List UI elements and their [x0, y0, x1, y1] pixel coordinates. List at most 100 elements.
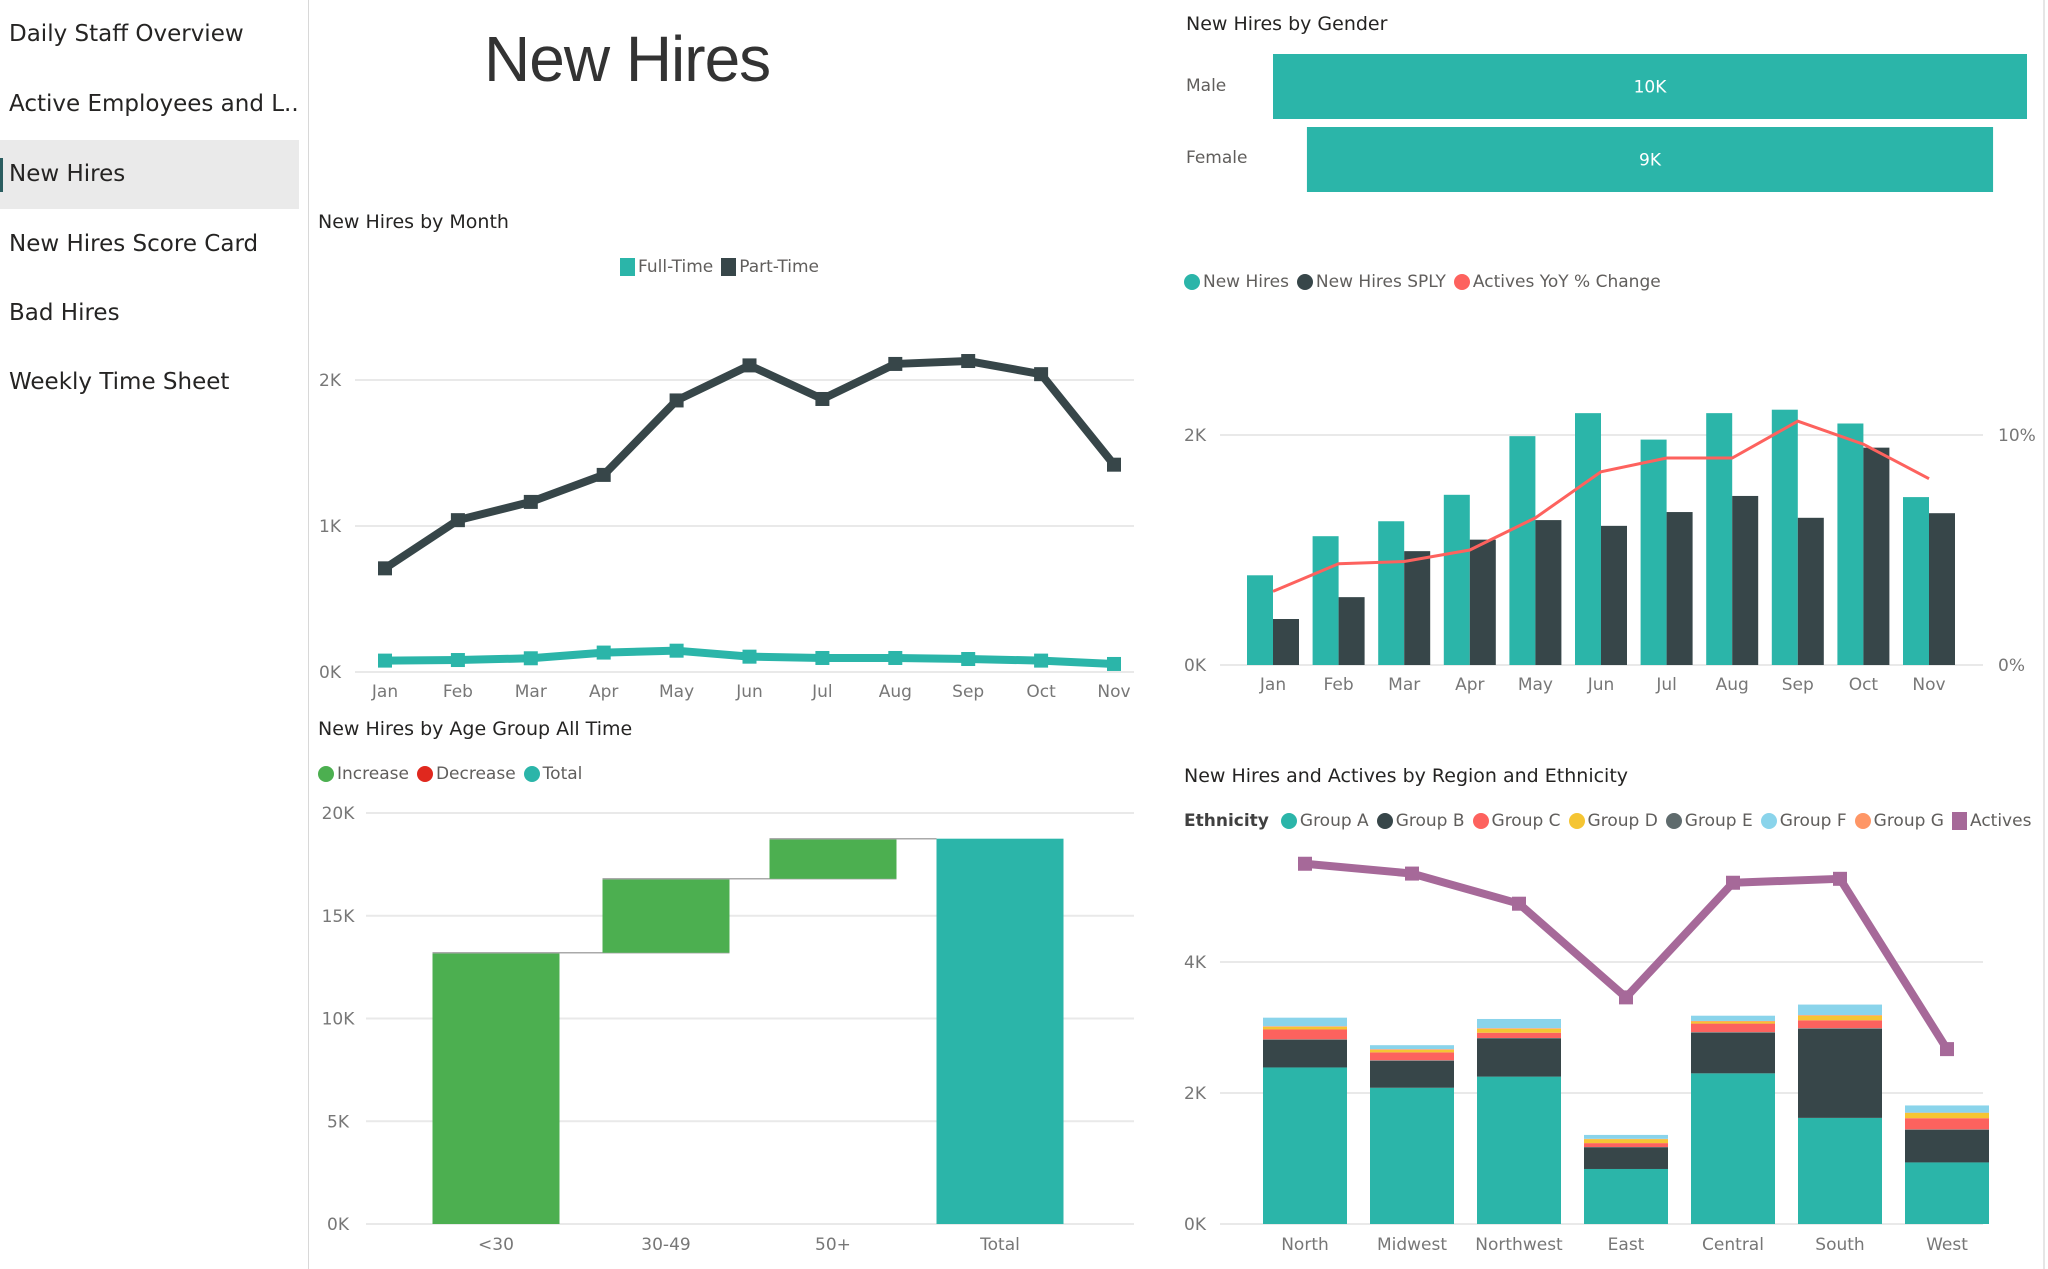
data-point-marker[interactable]: [1107, 457, 1121, 472]
stacked-segment-group-c[interactable]: [1798, 1020, 1882, 1029]
bar-new-hires-sply[interactable]: [1929, 513, 1955, 665]
stacked-segment-group-f[interactable]: [1370, 1045, 1454, 1050]
bar-new-hires-sply[interactable]: [1535, 520, 1562, 665]
data-point-marker[interactable]: [450, 653, 465, 668]
stacked-segment-group-e[interactable]: [1477, 1037, 1561, 1039]
stacked-segment-group-b[interactable]: [1905, 1129, 1989, 1163]
bar-new-hires-sply[interactable]: [1469, 539, 1496, 665]
bar-new-hires-sply[interactable]: [1732, 495, 1759, 665]
data-point-marker[interactable]: [450, 513, 465, 528]
bar-new-hires[interactable]: [1312, 536, 1339, 665]
data-point-marker[interactable]: [1833, 871, 1847, 886]
stacked-segment-group-g[interactable]: [1691, 1020, 1775, 1022]
stacked-segment-group-f[interactable]: [1263, 1017, 1347, 1027]
bar-new-hires-sply[interactable]: [1797, 517, 1824, 665]
data-point-marker[interactable]: [1107, 656, 1121, 671]
stacked-segment-group-b[interactable]: [1691, 1032, 1775, 1074]
data-point-marker[interactable]: [961, 354, 976, 369]
vertical-scrollbar[interactable]: [2043, 0, 2045, 1269]
data-point-marker[interactable]: [523, 651, 538, 666]
stacked-segment-group-d[interactable]: [1370, 1049, 1454, 1053]
stacked-segment-group-a[interactable]: [1477, 1076, 1561, 1224]
stacked-segment-group-f[interactable]: [1584, 1134, 1668, 1139]
bar-new-hires-sply[interactable]: [1863, 447, 1890, 665]
stacked-segment-group-c[interactable]: [1263, 1029, 1347, 1040]
stacked-segment-group-b[interactable]: [1798, 1028, 1882, 1118]
stacked-segment-group-d[interactable]: [1798, 1015, 1882, 1021]
stacked-segment-group-d[interactable]: [1263, 1026, 1347, 1030]
stacked-segment-group-g[interactable]: [1477, 1028, 1561, 1029]
stacked-segment-group-b[interactable]: [1370, 1060, 1454, 1088]
data-point-marker[interactable]: [1298, 856, 1312, 871]
bar-new-hires[interactable]: [1247, 575, 1273, 665]
stacked-segment-group-d[interactable]: [1905, 1112, 1989, 1119]
data-point-marker[interactable]: [888, 650, 903, 665]
stacked-segment-group-a[interactable]: [1370, 1087, 1454, 1224]
stacked-segment-group-f[interactable]: [1691, 1015, 1775, 1021]
data-point-marker[interactable]: [378, 653, 392, 668]
data-point-marker[interactable]: [1034, 367, 1049, 382]
stacked-segment-group-d[interactable]: [1584, 1139, 1668, 1144]
bar-new-hires-sply[interactable]: [1273, 619, 1299, 665]
stacked-segment-group-f[interactable]: [1477, 1018, 1561, 1029]
data-point-marker[interactable]: [815, 391, 830, 406]
data-point-marker[interactable]: [742, 358, 757, 373]
stacked-segment-group-g[interactable]: [1263, 1026, 1347, 1027]
data-point-marker[interactable]: [523, 494, 538, 509]
bar-new-hires-sply[interactable]: [1601, 525, 1627, 665]
data-point-marker[interactable]: [1726, 875, 1740, 890]
bar-new-hires[interactable]: [1640, 439, 1667, 665]
bar-new-hires[interactable]: [1443, 494, 1470, 665]
data-point-marker[interactable]: [961, 652, 976, 667]
stacked-segment-group-b[interactable]: [1584, 1147, 1668, 1169]
waterfall-bar-increase[interactable]: [769, 838, 897, 879]
stacked-segment-group-g[interactable]: [1798, 1015, 1882, 1016]
data-point-marker[interactable]: [888, 356, 903, 371]
waterfall-bar-increase[interactable]: [602, 878, 730, 953]
stacked-segment-group-e[interactable]: [1263, 1039, 1347, 1040]
stacked-segment-group-a[interactable]: [1905, 1162, 1989, 1224]
data-point-marker[interactable]: [1512, 896, 1526, 911]
bar-new-hires[interactable]: [1378, 521, 1405, 665]
stacked-segment-group-c[interactable]: [1584, 1143, 1668, 1148]
data-point-marker[interactable]: [1405, 866, 1419, 881]
bar-new-hires[interactable]: [1903, 497, 1929, 665]
data-point-marker[interactable]: [815, 650, 830, 665]
bar-new-hires[interactable]: [1509, 436, 1536, 665]
stacked-segment-group-c[interactable]: [1691, 1023, 1775, 1033]
data-point-marker[interactable]: [596, 467, 611, 482]
stacked-segment-group-a[interactable]: [1263, 1067, 1347, 1224]
data-point-marker[interactable]: [596, 645, 611, 660]
data-point-marker[interactable]: [378, 561, 392, 576]
stacked-segment-group-d[interactable]: [1477, 1028, 1561, 1033]
data-point-marker[interactable]: [1940, 1042, 1954, 1057]
data-point-marker[interactable]: [1619, 990, 1633, 1005]
bar-new-hires[interactable]: [1771, 409, 1798, 665]
stacked-segment-group-e[interactable]: [1798, 1028, 1882, 1029]
stacked-segment-group-a[interactable]: [1798, 1117, 1882, 1224]
stacked-segment-group-d[interactable]: [1691, 1021, 1775, 1024]
stacked-segment-group-b[interactable]: [1477, 1038, 1561, 1077]
bar-new-hires-sply[interactable]: [1666, 512, 1693, 665]
stacked-segment-group-g[interactable]: [1370, 1049, 1454, 1050]
data-point-marker[interactable]: [742, 649, 757, 664]
stacked-segment-group-f[interactable]: [1905, 1105, 1989, 1113]
stacked-segment-group-c[interactable]: [1477, 1032, 1561, 1038]
stacked-segment-group-f[interactable]: [1798, 1004, 1882, 1016]
data-point-marker[interactable]: [669, 393, 684, 408]
stacked-segment-group-b[interactable]: [1263, 1039, 1347, 1068]
bar-new-hires[interactable]: [1706, 413, 1733, 665]
bar-new-hires[interactable]: [1837, 423, 1864, 666]
stacked-segment-group-e[interactable]: [1691, 1032, 1775, 1033]
stacked-segment-group-e[interactable]: [1370, 1060, 1454, 1061]
stacked-segment-group-c[interactable]: [1905, 1118, 1989, 1130]
waterfall-bar-total[interactable]: [936, 838, 1064, 1224]
stacked-segment-group-c[interactable]: [1370, 1052, 1454, 1061]
bar-new-hires-sply[interactable]: [1338, 597, 1365, 665]
data-point-marker[interactable]: [1034, 653, 1049, 668]
stacked-segment-group-a[interactable]: [1691, 1073, 1775, 1224]
data-point-marker[interactable]: [669, 643, 684, 658]
stacked-segment-group-a[interactable]: [1584, 1168, 1668, 1224]
bar-new-hires[interactable]: [1575, 413, 1601, 665]
waterfall-bar-increase[interactable]: [432, 952, 560, 1224]
